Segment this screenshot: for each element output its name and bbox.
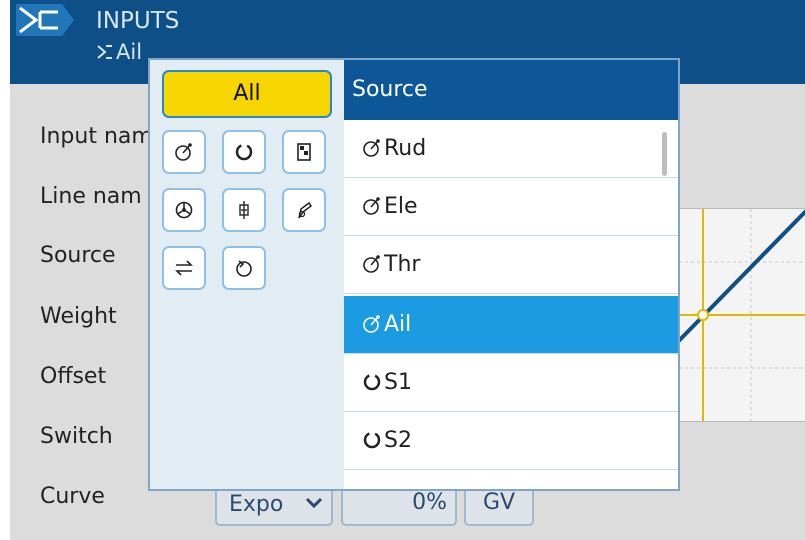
trim-icon (236, 260, 252, 277)
label-curve: Curve (40, 484, 105, 509)
filter-channel-button[interactable] (162, 246, 206, 290)
page-subtitle-text: Ail (116, 40, 143, 64)
chevron-down-icon (305, 497, 323, 509)
filter-trim-button[interactable] (222, 246, 266, 290)
stick-icon (363, 255, 380, 273)
label-weight: Weight (40, 304, 117, 329)
pot-icon (235, 143, 253, 161)
page-title: INPUTS (96, 8, 180, 34)
filter-gyro-button[interactable] (282, 188, 326, 232)
stick-icon (175, 143, 192, 161)
input-small-icon (97, 45, 112, 59)
source-item-partial[interactable] (344, 470, 678, 489)
filter-trainer-button[interactable] (162, 188, 206, 232)
source-item-label: Rud (384, 136, 427, 161)
source-item-rud[interactable]: Rud (344, 120, 678, 178)
filter-slider-button[interactable] (282, 130, 326, 174)
source-list-header: Source (344, 60, 678, 120)
trainer-icon (175, 201, 193, 219)
gyro-icon (298, 201, 313, 219)
filter-panel: All (150, 60, 342, 489)
source-item-label: Ele (384, 194, 418, 219)
label-offset: Offset (40, 364, 107, 389)
pot-icon (363, 373, 381, 391)
radio-screen: INPUTS Ail Input nam Line nam Source Wei… (10, 0, 805, 540)
slider-icon (297, 143, 311, 161)
label-source: Source (40, 243, 116, 268)
source-list: Source Rud Ele Thr Ail S1 S2 (344, 60, 678, 489)
list-scrollbar[interactable] (662, 132, 667, 176)
all-filter-button[interactable]: All (162, 70, 332, 118)
label-line-name: Line nam (40, 184, 142, 209)
curve-type-value: Expo (229, 492, 284, 517)
inputs-icon[interactable] (10, 0, 76, 84)
source-item-ele[interactable]: Ele (344, 178, 678, 236)
source-item-s2[interactable]: S2 (344, 412, 678, 470)
source-picker-popup: All Source Rud Ele Thr Ail S1 S2 (148, 58, 680, 491)
stick-icon (363, 197, 380, 215)
pot-icon (363, 431, 381, 449)
source-item-label: Thr (384, 252, 421, 277)
stick-icon (363, 315, 380, 333)
page-subtitle: Ail (96, 40, 142, 64)
source-item-s1[interactable]: S1 (344, 354, 678, 412)
filter-logical-switch-button[interactable] (222, 188, 266, 232)
source-item-label: S1 (384, 370, 412, 395)
source-item-ail[interactable]: Ail (344, 296, 678, 354)
stick-icon (363, 139, 380, 157)
source-item-label: Ail (384, 312, 412, 337)
label-switch: Switch (40, 424, 113, 449)
channel-icon (175, 260, 193, 276)
logical-switch-icon (239, 201, 249, 219)
filter-stick-button[interactable] (162, 130, 206, 174)
source-item-thr[interactable]: Thr (344, 236, 678, 294)
filter-pot-button[interactable] (222, 130, 266, 174)
label-input-name: Input nam (40, 124, 153, 149)
source-item-label: S2 (384, 428, 412, 453)
